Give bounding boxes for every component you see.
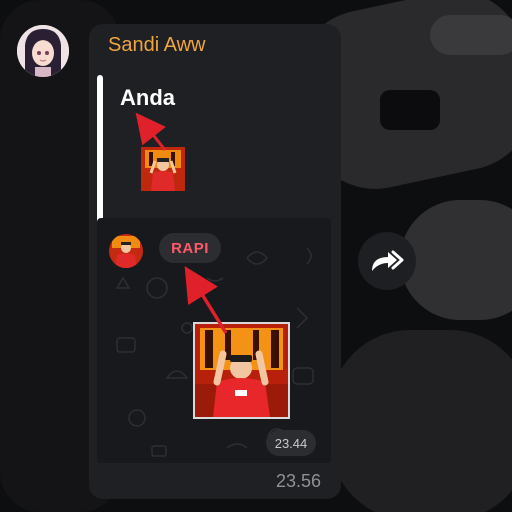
- forward-button[interactable]: [358, 232, 416, 290]
- sender-name[interactable]: Sandi Aww: [108, 34, 205, 57]
- forwarded-author-avatar[interactable]: [109, 234, 143, 268]
- reply-quote-bar: [97, 75, 103, 225]
- forwarded-tag-label: RAPI: [171, 239, 209, 257]
- reply-quote-name[interactable]: Anda: [120, 85, 175, 111]
- forwarded-sticker-area: RAPI 23.44: [97, 218, 331, 463]
- forwarded-timestamp: 23.44: [274, 435, 308, 451]
- message-timestamp: 23.56: [275, 471, 321, 491]
- sticker-image[interactable]: [193, 322, 290, 419]
- forwarded-timestamp-pill: 23.44: [266, 430, 316, 456]
- message-bubble[interactable]: Sandi Aww Anda RAPI 23.44 23.56: [89, 24, 341, 499]
- sender-avatar[interactable]: [17, 25, 69, 77]
- reply-sticker-thumbnail[interactable]: [141, 147, 185, 191]
- forward-arrow-icon: [372, 250, 404, 271]
- forwarded-tag-pill[interactable]: RAPI: [159, 233, 221, 263]
